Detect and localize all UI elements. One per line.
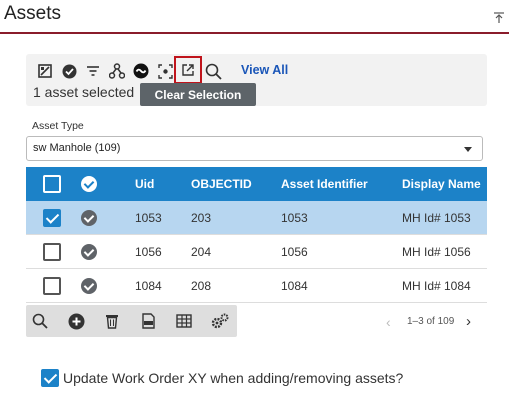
table-row[interactable]: 1084 208 1084 MH Id# 1084	[26, 269, 487, 303]
bottom-toolbar	[26, 305, 237, 337]
table-header: Uid OBJECTID Asset Identifier Display Na…	[26, 167, 487, 201]
row-checkbox[interactable]	[43, 277, 61, 295]
cell-asset-identifier: 1084	[281, 279, 308, 293]
asset-toolbar: View All 1 asset selected	[26, 54, 487, 106]
pager-next-button[interactable]: ›	[466, 313, 471, 330]
filter-icon[interactable]	[82, 60, 104, 82]
pager-range: 1–3 of 109	[407, 316, 455, 327]
status-check-icon	[81, 210, 97, 226]
panel-header: Assets	[0, 0, 509, 34]
cell-asset-identifier: 1056	[281, 245, 308, 259]
add-icon[interactable]	[67, 312, 85, 330]
update-work-order-checkbox[interactable]	[41, 369, 59, 387]
select-all-checkbox[interactable]	[43, 175, 61, 193]
status-check-icon	[81, 244, 97, 260]
cell-display-name: MH Id# 1053	[402, 211, 471, 225]
search-icon[interactable]	[31, 312, 49, 330]
cell-uid: 1053	[135, 211, 162, 225]
update-work-order-label: Update Work Order XY when adding/removin…	[63, 370, 404, 386]
export-icon[interactable]	[139, 312, 157, 330]
cell-display-name: MH Id# 1084	[402, 279, 471, 293]
column-header-uid[interactable]: Uid	[135, 177, 154, 191]
chevron-down-icon	[464, 147, 472, 152]
table-row[interactable]: 1056 204 1056 MH Id# 1056	[26, 235, 487, 269]
row-checkbox[interactable]	[43, 209, 61, 227]
column-header-display-name[interactable]: Display Name	[402, 177, 481, 191]
status-header-icon	[81, 176, 97, 192]
relationship-icon[interactable]	[106, 60, 128, 82]
search-icon[interactable]	[202, 60, 224, 82]
asset-type-select[interactable]: sw Manhole (109)	[26, 136, 483, 161]
cell-uid: 1056	[135, 245, 162, 259]
table-row[interactable]: 1053 203 1053 MH Id# 1053	[26, 201, 487, 235]
column-header-objectid[interactable]: OBJECTID	[191, 177, 252, 191]
table-icon[interactable]	[175, 312, 193, 330]
cell-objectid: 203	[191, 211, 212, 225]
reshape-icon[interactable]	[130, 60, 152, 82]
update-work-order-option[interactable]: Update Work Order XY when adding/removin…	[41, 369, 403, 387]
status-check-icon	[81, 278, 97, 294]
cell-asset-identifier: 1053	[281, 211, 308, 225]
open-external-icon[interactable]	[174, 56, 202, 84]
asset-type-value: sw Manhole (109)	[33, 142, 121, 154]
row-checkbox[interactable]	[43, 243, 61, 261]
cell-display-name: MH Id# 1056	[402, 245, 471, 259]
panel-title: Assets	[4, 3, 62, 24]
clear-selection-tooltip: Clear Selection	[140, 83, 256, 106]
delete-icon[interactable]	[103, 312, 121, 330]
view-all-link[interactable]: View All	[241, 63, 288, 77]
cell-objectid: 204	[191, 245, 212, 259]
asset-table: Uid OBJECTID Asset Identifier Display Na…	[26, 167, 487, 303]
check-circle-icon[interactable]	[58, 60, 80, 82]
column-header-asset-identifier[interactable]: Asset Identifier	[281, 177, 368, 191]
zoom-to-selection-icon[interactable]	[154, 60, 176, 82]
selected-count: 1 asset selected	[33, 84, 135, 100]
pin-icon[interactable]	[493, 12, 505, 24]
cell-uid: 1084	[135, 279, 162, 293]
asset-type-label: Asset Type	[32, 120, 84, 132]
pager-prev-button[interactable]: ‹	[386, 314, 391, 330]
map-edit-icon[interactable]	[34, 60, 56, 82]
settings-icon[interactable]	[211, 312, 229, 330]
cell-objectid: 208	[191, 279, 212, 293]
